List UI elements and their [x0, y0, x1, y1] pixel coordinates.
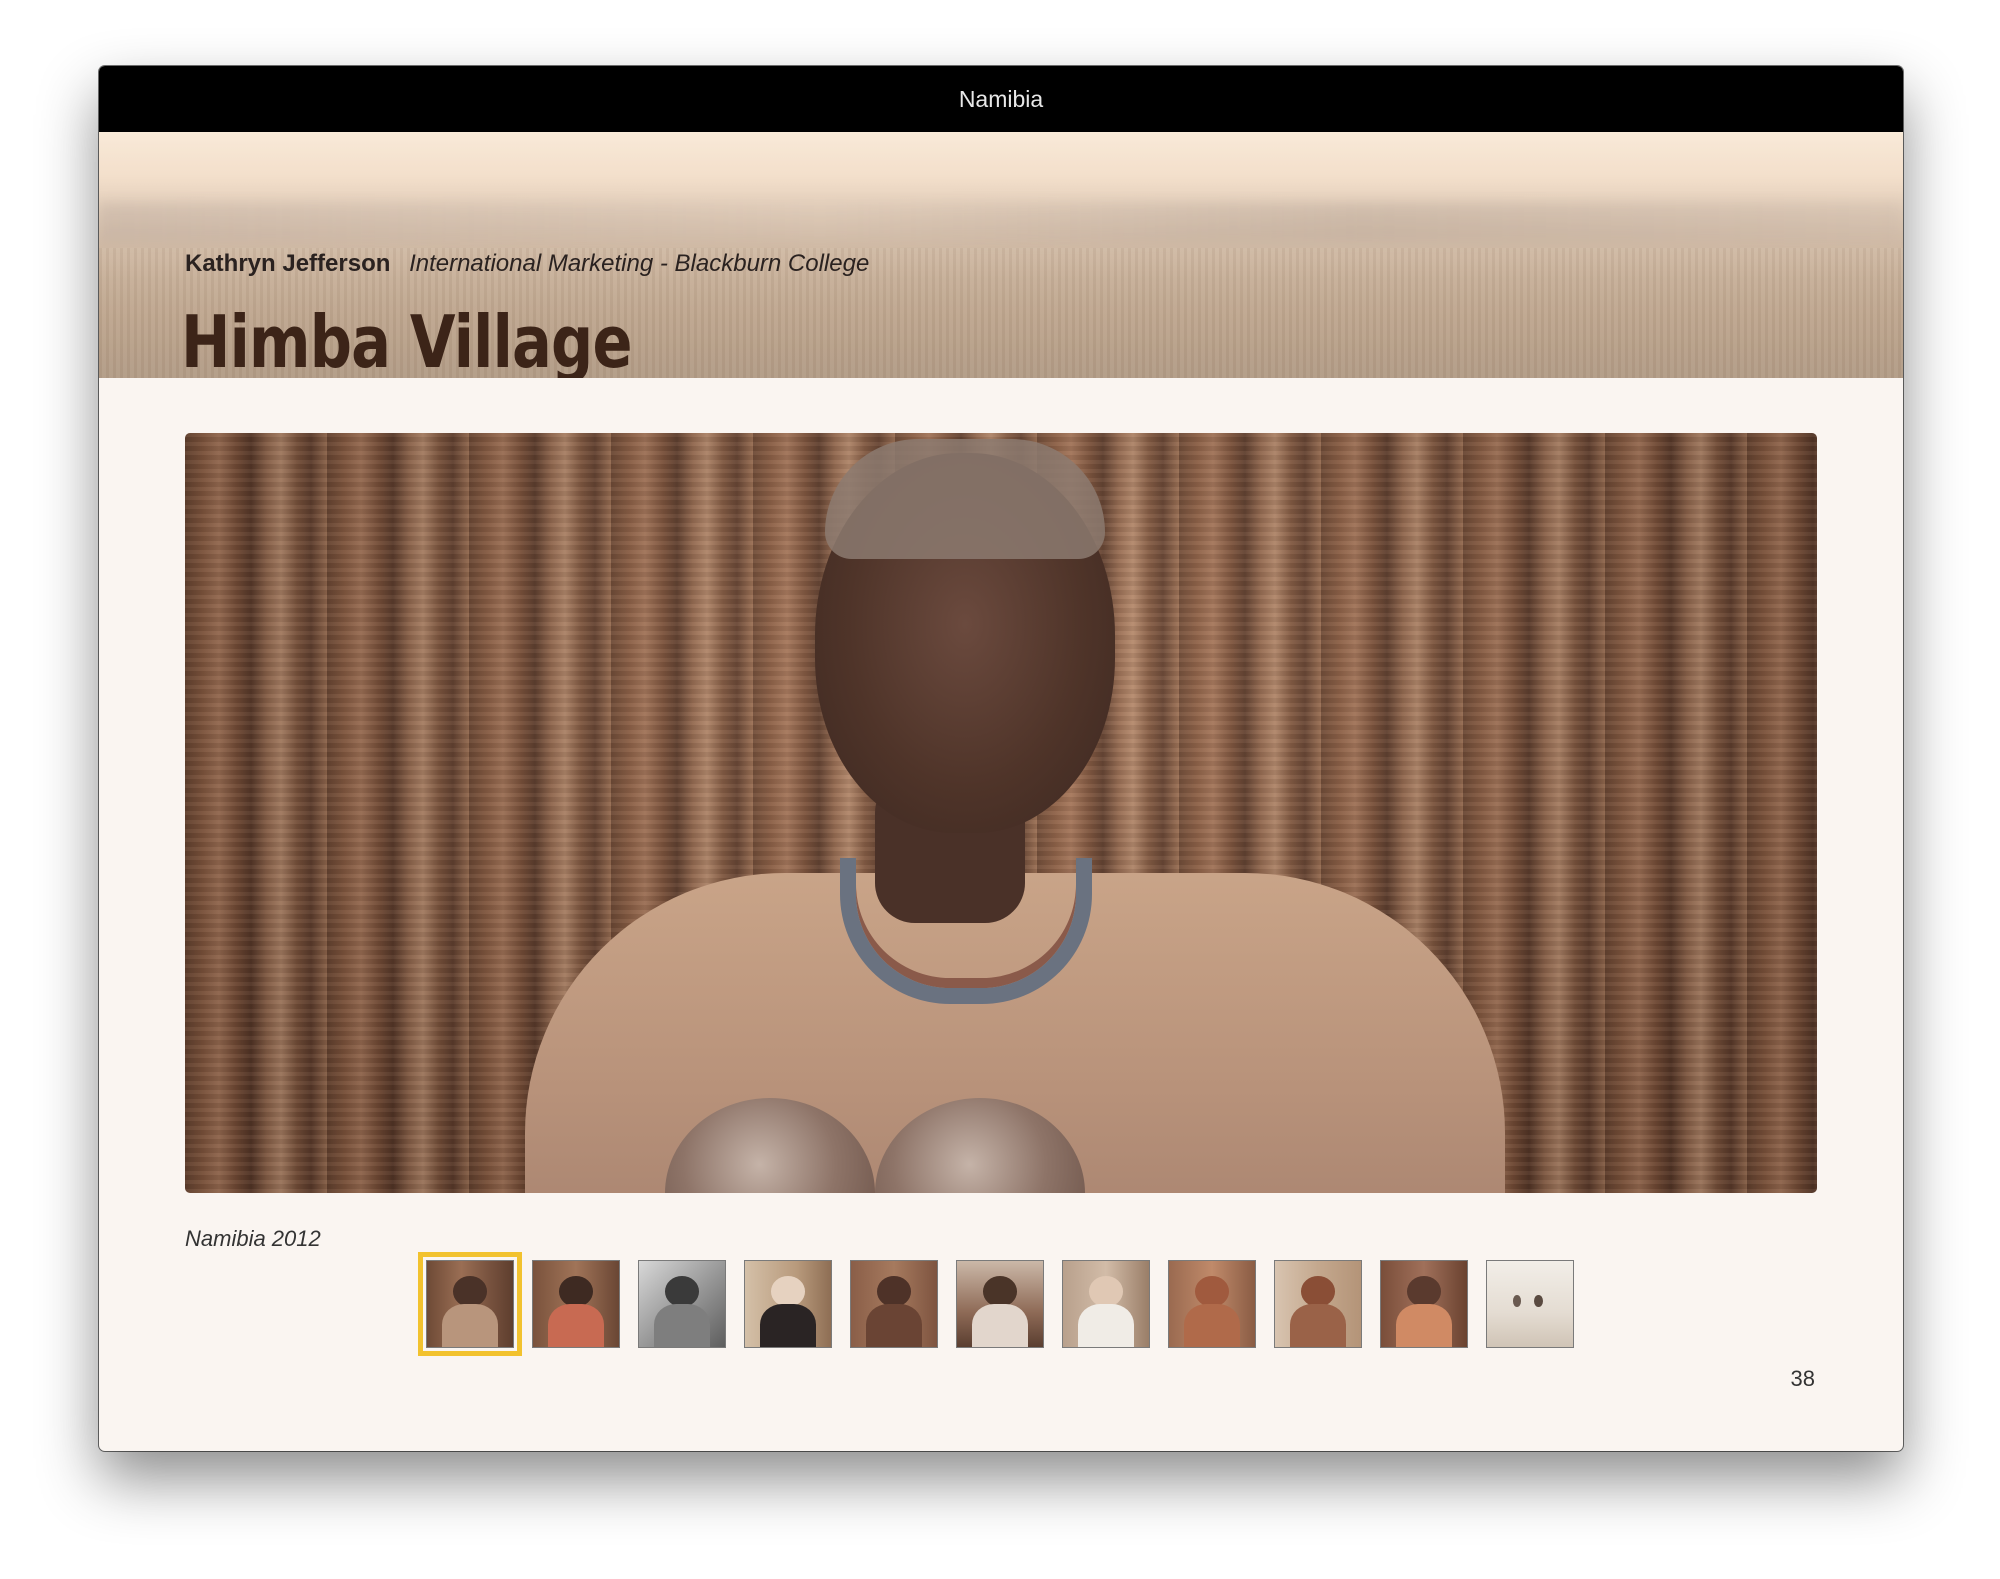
- author-name: Kathryn Jefferson: [185, 250, 391, 277]
- thumbnail-4[interactable]: [744, 1260, 832, 1348]
- main-photo[interactable]: [185, 433, 1817, 1193]
- thumbnail-1[interactable]: [418, 1252, 522, 1356]
- window-titlebar: Namibia: [99, 66, 1903, 132]
- book-window: Namibia Kathryn Jefferson International …: [99, 66, 1903, 1451]
- thumbnail-3[interactable]: [638, 1260, 726, 1348]
- thumbnail-10[interactable]: [1380, 1260, 1468, 1348]
- thumbnail-11[interactable]: [1486, 1260, 1574, 1348]
- page-number: 38: [1790, 1366, 1815, 1391]
- course-name: International Marketing - Blackburn Coll…: [409, 250, 870, 277]
- thumbnail-6[interactable]: [956, 1260, 1044, 1348]
- photo-caption: Namibia 2012: [185, 1226, 321, 1251]
- thumbnail-strip: [418, 1252, 1574, 1356]
- thumbnail-2[interactable]: [532, 1260, 620, 1348]
- page-title: Himba Village: [181, 300, 632, 378]
- author-line: Kathryn Jefferson International Marketin…: [185, 250, 869, 278]
- thumbnail-5[interactable]: [850, 1260, 938, 1348]
- thumbnail-7[interactable]: [1062, 1260, 1150, 1348]
- thumbnail-9[interactable]: [1274, 1260, 1362, 1348]
- thumbnail-8[interactable]: [1168, 1260, 1256, 1348]
- window-title: Namibia: [958, 85, 1044, 112]
- photo-subject-hair: [825, 439, 1105, 559]
- header-banner: Kathryn Jefferson International Marketin…: [99, 132, 1903, 378]
